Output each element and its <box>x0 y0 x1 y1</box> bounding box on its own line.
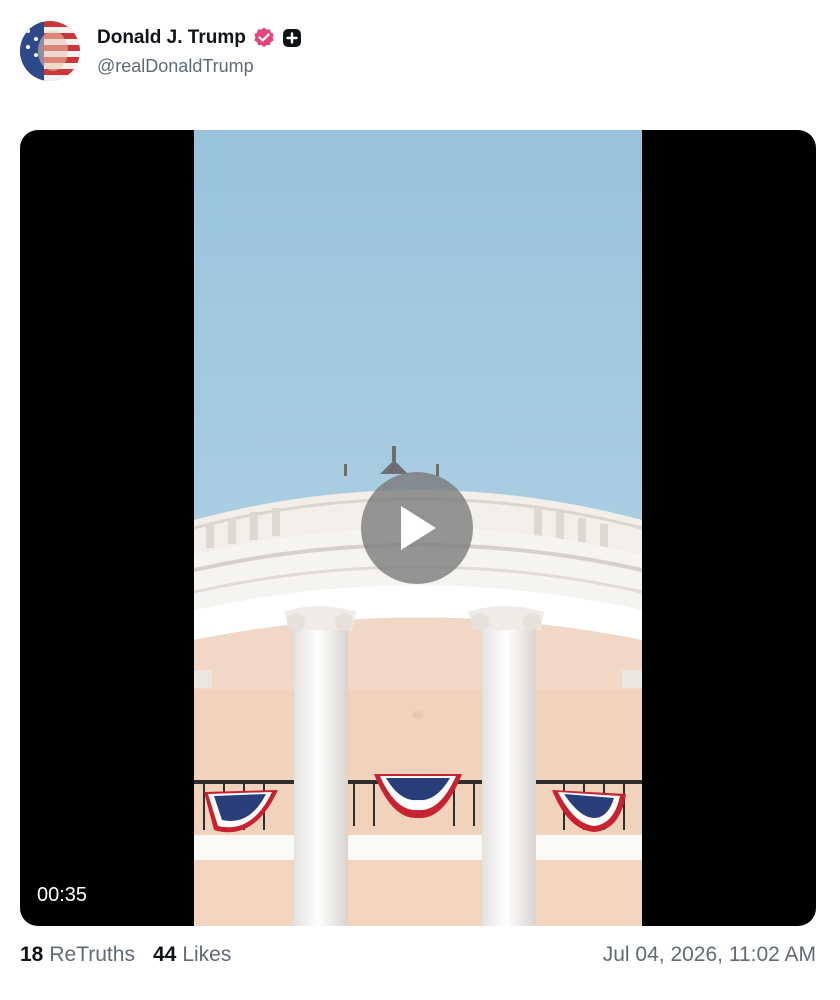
handle[interactable]: @realDonaldTrump <box>97 56 302 77</box>
post-header: Donald J. Trump @realDonaldTrump <box>20 20 302 82</box>
likes-label: Likes <box>182 943 232 966</box>
video-duration: 00:35 <box>37 884 88 906</box>
name-row: Donald J. Trump <box>97 25 302 51</box>
display-name[interactable]: Donald J. Trump <box>97 27 246 49</box>
retruths-stat[interactable]: 18 ReTruths <box>20 943 135 967</box>
author-names: Donald J. Trump @realDonaldTrump <box>97 25 302 77</box>
play-icon <box>395 503 439 553</box>
retruths-label: ReTruths <box>49 943 135 966</box>
likes-count: 44 <box>152 943 177 966</box>
post-footer: 18 ReTruths 44 Likes Jul 04, 2026, 11:02… <box>20 940 816 970</box>
likes-stat[interactable]: 44 Likes <box>153 943 231 967</box>
retruths-count: 18 <box>20 943 44 966</box>
post-timestamp[interactable]: Jul 04, 2026, 11:02 AM <box>603 943 816 967</box>
video-player[interactable]: 00:35 <box>20 130 816 926</box>
verified-badge-icon <box>252 26 276 50</box>
play-button[interactable] <box>361 472 473 584</box>
plus-badge-icon <box>282 28 302 48</box>
avatar[interactable] <box>20 21 80 81</box>
